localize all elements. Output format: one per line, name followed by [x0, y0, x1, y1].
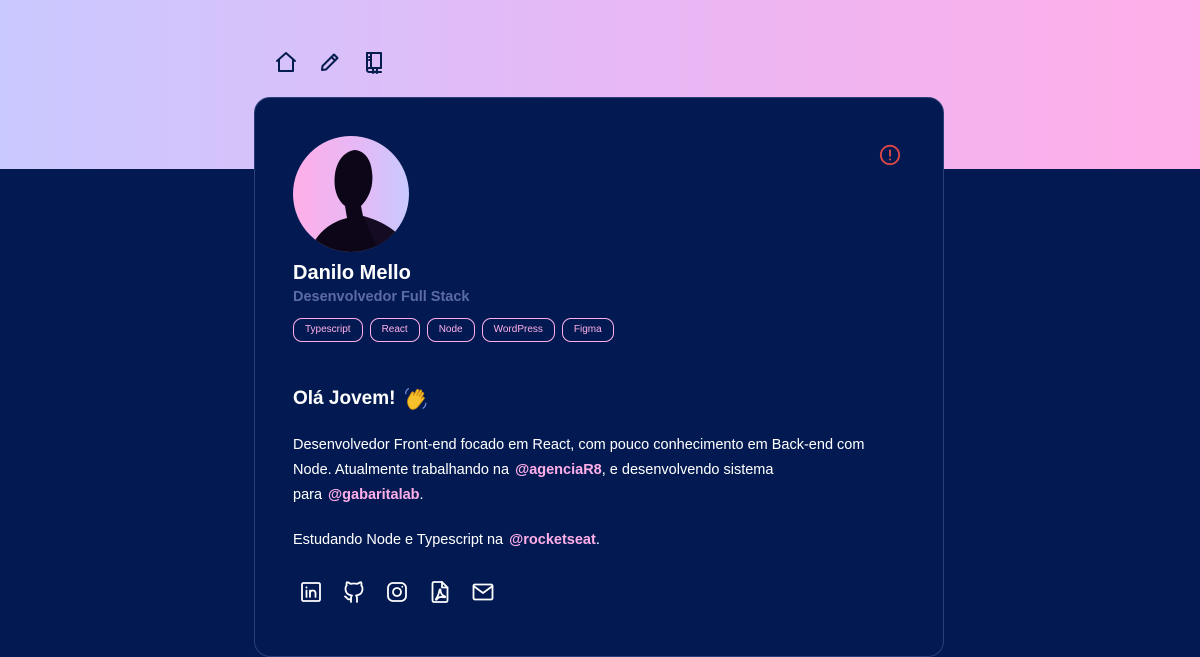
- pdf-file-icon: [431, 581, 449, 603]
- study-paragraph: Estudando Node e Typescript na @rocketsea…: [293, 528, 903, 553]
- tag-wordpress: WordPress: [481, 318, 555, 342]
- handle-gabaritalab-link[interactable]: @gabaritalab: [328, 487, 420, 503]
- profile-name: Danilo Mello: [293, 262, 411, 284]
- avatar: [293, 136, 409, 252]
- email-link[interactable]: [471, 580, 495, 604]
- home-icon: [276, 52, 296, 72]
- avatar-photo: [309, 150, 409, 252]
- github-link[interactable]: [342, 580, 366, 604]
- waving-hand-icon: [405, 388, 427, 410]
- alert-circle-icon: [879, 144, 901, 166]
- resume-pdf-link[interactable]: [428, 580, 452, 604]
- nav-edit-button[interactable]: [316, 48, 344, 76]
- tech-tags: Typescript React Node WordPress Figma: [293, 318, 614, 342]
- study-text: Estudando Node e Typescript na: [293, 532, 504, 548]
- handle-rocketseat-link[interactable]: @rocketseat: [509, 532, 596, 548]
- github-icon: [344, 581, 364, 603]
- book-icon: [366, 52, 382, 74]
- mail-icon: [472, 583, 494, 601]
- alert-button[interactable]: [879, 144, 901, 166]
- bio-end-text: .: [419, 487, 424, 503]
- study-end-text: .: [595, 532, 600, 548]
- handle-agenciar8-link[interactable]: @agenciaR8: [515, 462, 602, 478]
- linkedin-icon: [301, 582, 321, 602]
- nav-home-button[interactable]: [272, 48, 300, 76]
- social-links: [299, 580, 495, 604]
- linkedin-link[interactable]: [299, 580, 323, 604]
- pencil-icon: [321, 53, 339, 71]
- nav-blog-button[interactable]: [360, 48, 388, 76]
- greeting-heading: Olá Jovem!: [293, 386, 429, 412]
- instagram-link[interactable]: [385, 580, 409, 604]
- tag-typescript: Typescript: [293, 318, 363, 342]
- profile-card: Danilo Mello Desenvolvedor Full Stack Ty…: [254, 97, 944, 657]
- greeting-text: Olá Jovem!: [293, 388, 396, 409]
- profile-role: Desenvolvedor Full Stack: [293, 289, 470, 305]
- tag-react: React: [369, 318, 420, 342]
- tag-node: Node: [426, 318, 475, 342]
- tag-figma: Figma: [561, 318, 614, 342]
- bio-paragraph: Desenvolvedor Front-end focado em React,…: [293, 433, 903, 508]
- instagram-icon: [387, 582, 407, 602]
- top-nav: [272, 48, 388, 76]
